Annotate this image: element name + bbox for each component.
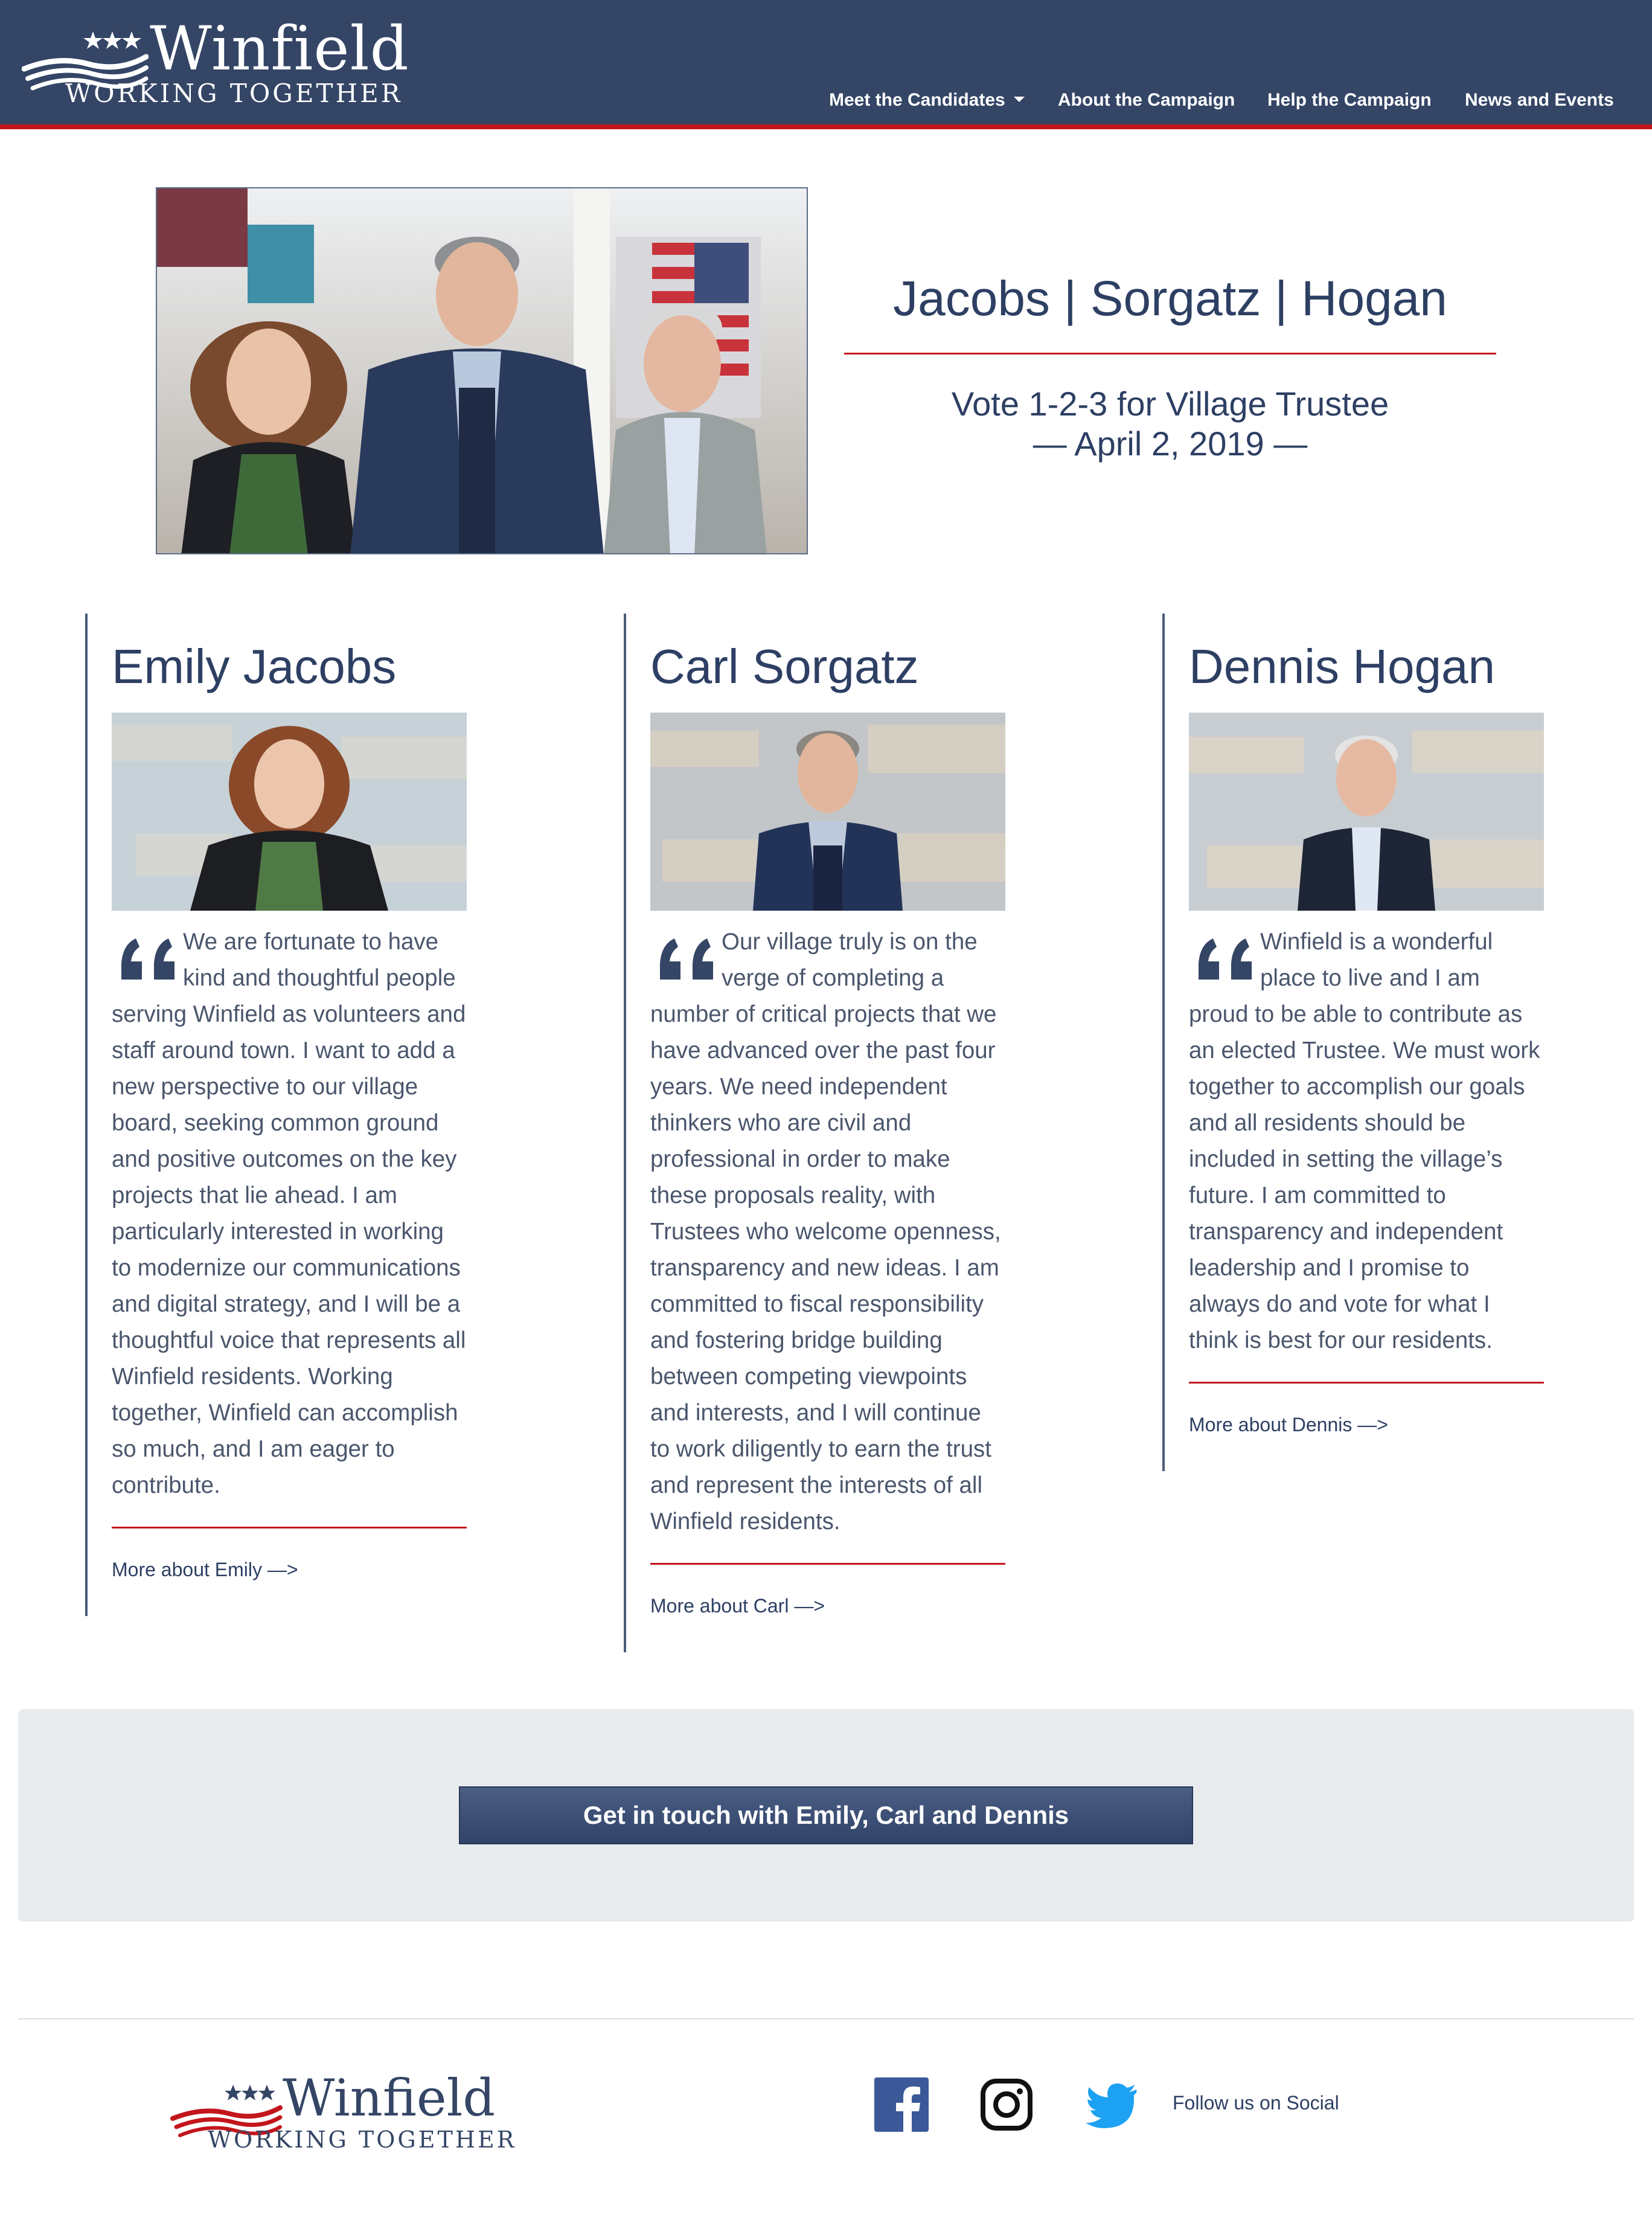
hero-subtitle: Vote 1-2-3 for Village Trustee — April 2… (844, 384, 1496, 464)
candidate-card: Dennis Hogan Winfield is a wonderful pla… (1189, 638, 1544, 1437)
candidate-card: Carl Sorgatz Our village truly is on the… (650, 638, 1005, 1618)
candidate-divider (112, 1527, 467, 1528)
candidate-name: Carl Sorgatz (650, 640, 919, 693)
more-about-carl-link[interactable]: More about Carl —> (650, 1594, 1005, 1618)
quote-mark-icon (121, 938, 174, 980)
quote-mark-icon (1199, 938, 1252, 980)
nav-help-the-campaign[interactable]: Help the Campaign (1267, 88, 1432, 112)
site-logo[interactable]: Winfield WORKING TOGETHER (22, 16, 409, 115)
hero-election-date: — April 2, 2019 — (1032, 425, 1308, 463)
footer-logo-wordmark: Winfield (283, 2068, 496, 2128)
nav-about-the-campaign[interactable]: About the Campaign (1058, 88, 1235, 112)
nav-news-and-events[interactable]: News and Events (1465, 88, 1614, 112)
candidate-name: Dennis Hogan (1189, 640, 1495, 693)
candidate-photo-dennis (1189, 713, 1544, 911)
quote-mark-icon (660, 938, 713, 980)
candidate-name: Emily Jacobs (112, 640, 397, 693)
candidates-group-photo (156, 187, 808, 554)
footer-divider (18, 2018, 1634, 2019)
candidate-quote: Winfield is a wonderful place to live an… (1189, 924, 1544, 1359)
hero-divider (844, 353, 1496, 354)
candidate-quote-text: Winfield is a wonderful place to live an… (1189, 929, 1540, 1353)
twitter-icon[interactable] (1084, 2077, 1139, 2132)
logo-tagline: WORKING TOGETHER (65, 79, 403, 108)
candidate-quote: We are fortunate to have kind and though… (112, 924, 467, 1504)
hero-subtitle-line1: Vote 1-2-3 for Village Trustee (951, 385, 1389, 423)
site-header: Winfield WORKING TOGETHER Meet the Candi… (0, 0, 1652, 124)
instagram-icon[interactable] (979, 2077, 1034, 2132)
nav-meet-the-candidates[interactable]: Meet the Candidates (829, 88, 1025, 112)
candidate-photo-emily (112, 713, 467, 911)
facebook-icon[interactable] (874, 2077, 929, 2132)
candidate-divider (650, 1563, 1005, 1565)
candidate-divider (1189, 1382, 1544, 1384)
candidate-quote: Our village truly is on the verge of com… (650, 924, 1005, 1540)
more-about-dennis-link[interactable]: More about Dennis —> (1189, 1413, 1544, 1437)
candidate-column-dennis: Dennis Hogan Winfield is a wonderful pla… (1162, 614, 1544, 1471)
candidate-quote-text: Our village truly is on the verge of com… (650, 929, 1001, 1535)
chevron-down-icon (1013, 97, 1025, 102)
candidate-column-emily: Emily Jacobs We are fortunate to have ki… (85, 614, 467, 1616)
candidate-photo-carl (650, 713, 1005, 911)
follow-us-text: Follow us on Social (1173, 2092, 1339, 2114)
candidate-quote-text: We are fortunate to have kind and though… (112, 929, 466, 1498)
logo-wordmark: Winfield (150, 13, 409, 84)
footer-logo[interactable]: Winfield WORKING TOGETHER (170, 2069, 514, 2157)
hero-title: Jacobs | Sorgatz | Hogan (893, 271, 1447, 326)
nav-label: Meet the Candidates (829, 90, 1005, 110)
candidate-card: Emily Jacobs We are fortunate to have ki… (112, 638, 467, 1582)
footer-logo-tagline: WORKING TOGETHER (208, 2126, 517, 2153)
header-accent-rule (0, 124, 1652, 129)
more-about-emily-link[interactable]: More about Emily —> (112, 1557, 467, 1582)
get-in-touch-button[interactable]: Get in touch with Emily, Carl and Dennis (459, 1786, 1193, 1844)
candidate-column-carl: Carl Sorgatz Our village truly is on the… (624, 614, 1005, 1652)
